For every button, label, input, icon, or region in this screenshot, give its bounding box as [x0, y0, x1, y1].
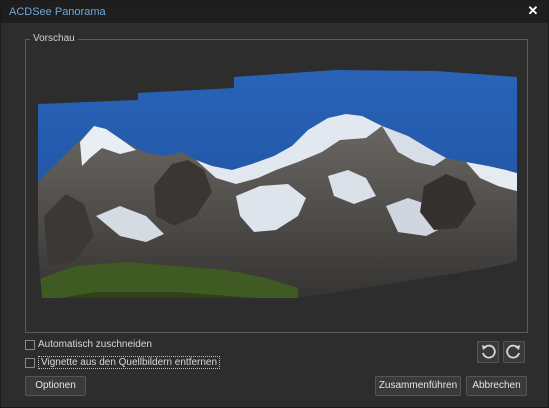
- rotate-left-icon: [482, 344, 496, 359]
- auto-crop-option[interactable]: Automatisch zuschneiden: [25, 339, 152, 350]
- vignette-option[interactable]: Vignette aus den Quellbildern entfernen: [25, 356, 221, 369]
- auto-crop-label: Automatisch zuschneiden: [38, 339, 152, 350]
- panorama-dialog: ACDSee Panorama ✕ Vorschau Automatisch z…: [0, 0, 549, 408]
- cancel-button[interactable]: Abbrechen: [466, 376, 527, 396]
- rotate-right-icon: [506, 344, 520, 359]
- window-title: ACDSee Panorama: [9, 6, 106, 18]
- vignette-checkbox[interactable]: [25, 357, 35, 368]
- options-button[interactable]: Optionen: [25, 376, 86, 396]
- preview-group: Vorschau: [25, 33, 528, 333]
- preview-group-label: Vorschau: [30, 33, 78, 44]
- auto-crop-checkbox[interactable]: [25, 339, 35, 350]
- panorama-preview: [38, 70, 517, 298]
- close-icon[interactable]: ✕: [526, 4, 540, 18]
- merge-button[interactable]: Zusammenführen: [375, 376, 461, 396]
- title-bar: ACDSee Panorama ✕: [1, 1, 548, 23]
- vignette-label: Vignette aus den Quellbildern entfernen: [38, 356, 221, 369]
- rotate-right-button[interactable]: [503, 341, 525, 363]
- rotate-left-button[interactable]: [477, 341, 499, 363]
